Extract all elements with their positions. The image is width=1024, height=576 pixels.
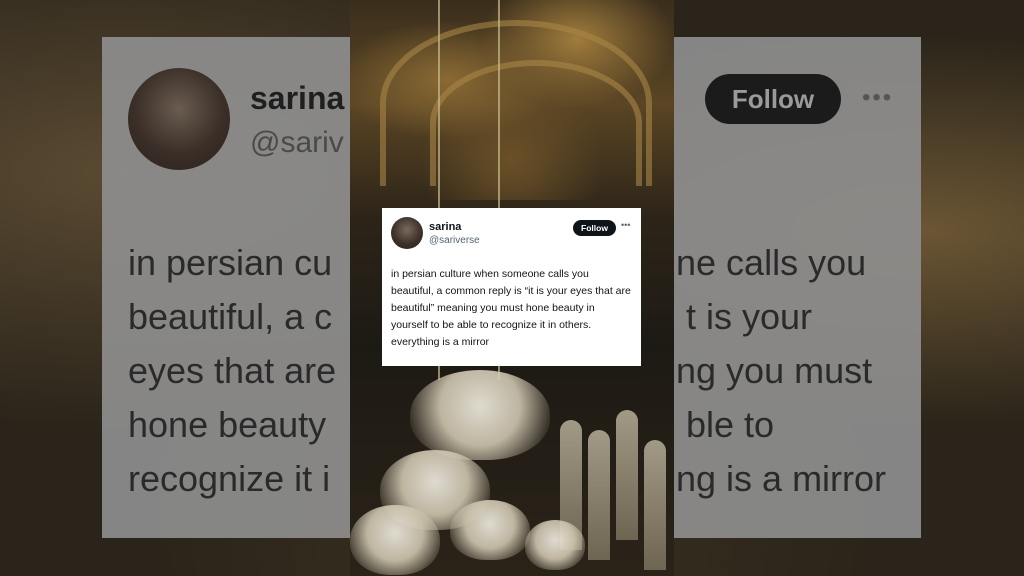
background-tweet-text-right: ne calls you t is your ng you must ble t… (676, 236, 916, 506)
background-line: ble to (686, 404, 775, 445)
tweet-text: in persian culture when someone calls yo… (391, 268, 631, 348)
tweet-author-handle[interactable]: @sariverse (429, 235, 480, 246)
avatar[interactable] (391, 217, 423, 249)
background-tweet-handle: @sariv (250, 126, 344, 159)
tweet-author-name[interactable]: sarina (429, 221, 461, 233)
background-line: ng is a mirror (676, 458, 887, 499)
chandelier (525, 520, 585, 570)
background-line: ne calls you (676, 242, 867, 283)
background-more-icon: ••• (862, 84, 894, 111)
background-line: ng you must (676, 350, 873, 391)
background-follow-button: Follow (705, 74, 841, 124)
background-tweet-name: sarina (250, 80, 345, 116)
chandelier (350, 505, 440, 575)
chandelier (410, 370, 550, 460)
background-avatar (128, 68, 230, 170)
more-options-icon[interactable]: ••• (621, 220, 630, 230)
follow-button[interactable]: Follow (573, 220, 616, 236)
background-line: t is your (686, 296, 813, 337)
mirror-window (616, 410, 638, 540)
mirror-window (644, 440, 666, 570)
ceiling-arch (430, 60, 642, 186)
mirror-window (588, 430, 610, 560)
chandelier (450, 500, 530, 560)
